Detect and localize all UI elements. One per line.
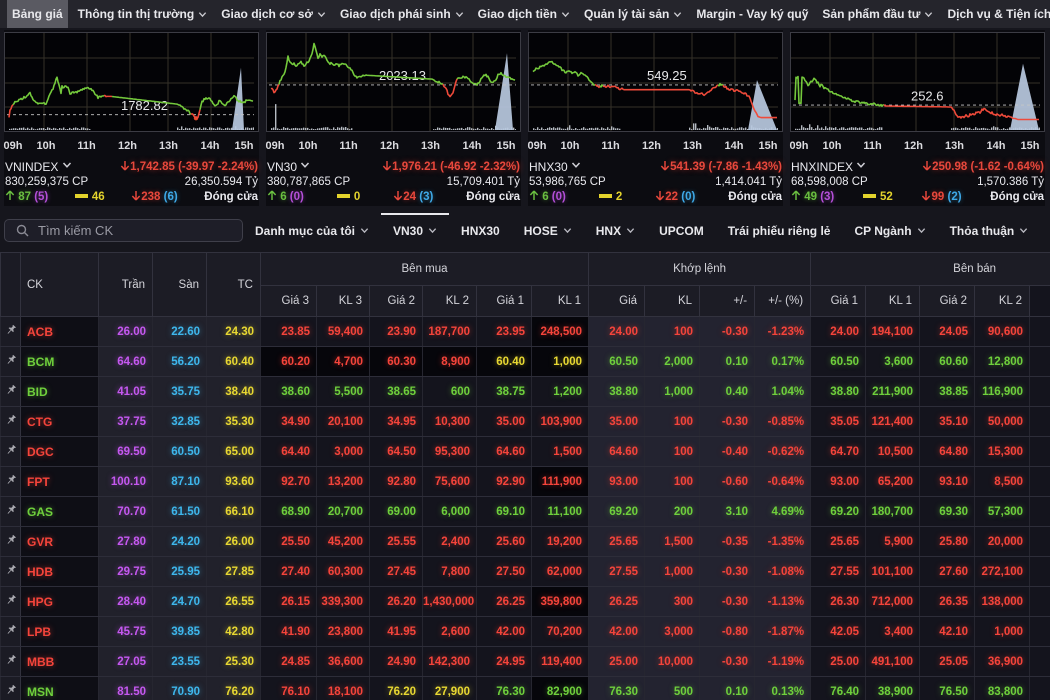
svg-text:549.25: 549.25 [647, 68, 687, 83]
svg-text:252.6: 252.6 [911, 88, 944, 103]
